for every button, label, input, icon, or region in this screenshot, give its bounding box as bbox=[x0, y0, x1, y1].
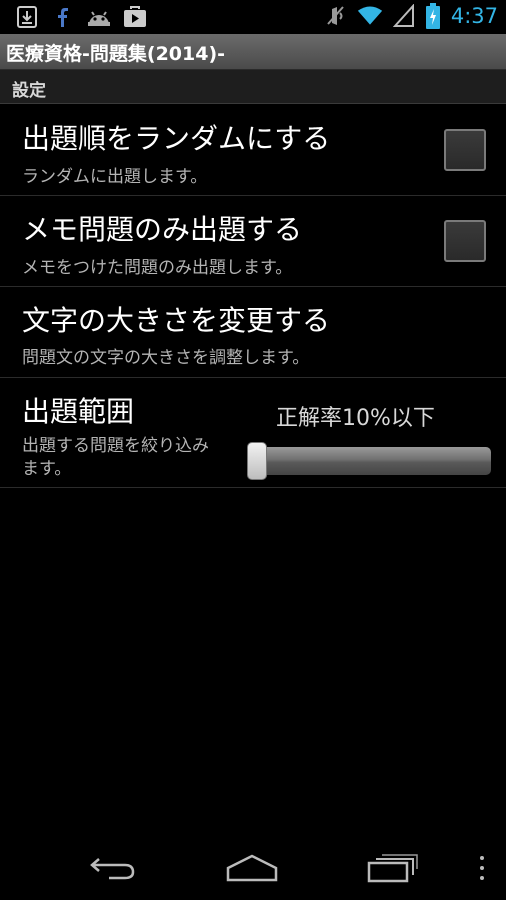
battery-charging-icon bbox=[425, 3, 441, 29]
overflow-menu-icon[interactable] bbox=[478, 856, 486, 880]
play-store-icon bbox=[122, 4, 148, 30]
pref-font-size[interactable]: 文字の大きさを変更する 問題文の文字の大きさを調整します。 bbox=[0, 287, 506, 378]
signal-icon bbox=[391, 3, 417, 29]
facebook-icon bbox=[50, 4, 76, 30]
wifi-icon bbox=[357, 3, 383, 29]
pref-summary: メモをつけた問題のみ出題します。 bbox=[22, 258, 293, 278]
navigation-bar bbox=[0, 832, 506, 900]
pref-question-range: 出題範囲 出題する問題を絞り込み ます。 正解率10%以下 bbox=[0, 378, 506, 488]
mute-icon bbox=[323, 3, 349, 29]
pref-summary: 出題する問題を絞り込み bbox=[22, 436, 209, 456]
memo-only-checkbox[interactable] bbox=[444, 220, 486, 262]
pref-random-order[interactable]: 出題順をランダムにする ランダムに出題します。 bbox=[0, 105, 506, 196]
pref-title: 文字の大きさを変更する bbox=[22, 304, 331, 337]
slider-thumb[interactable] bbox=[247, 442, 267, 480]
app-title: 医療資格-問題集(2014)- bbox=[6, 43, 226, 65]
pref-title: 出題順をランダムにする bbox=[22, 122, 331, 155]
settings-section-header: 設定 bbox=[0, 70, 506, 104]
back-icon[interactable] bbox=[82, 850, 142, 886]
status-bar: 4:37 bbox=[0, 0, 506, 34]
app-title-bar: 医療資格-問題集(2014)- bbox=[0, 34, 506, 70]
pref-summary-cont: ます。 bbox=[22, 459, 72, 479]
recents-icon[interactable] bbox=[362, 850, 422, 886]
home-icon[interactable] bbox=[222, 850, 282, 886]
pref-title: 出題範囲 bbox=[22, 395, 135, 428]
android-icon bbox=[86, 4, 112, 30]
download-icon bbox=[14, 4, 40, 30]
clock: 4:37 bbox=[450, 4, 498, 28]
random-order-checkbox[interactable] bbox=[444, 129, 486, 171]
slider-value-label: 正解率10%以下 bbox=[276, 406, 435, 431]
range-slider[interactable] bbox=[247, 442, 491, 480]
pref-title: メモ問題のみ出題する bbox=[22, 213, 303, 246]
pref-summary: 問題文の文字の大きさを調整します。 bbox=[22, 348, 310, 368]
pref-summary: ランダムに出題します。 bbox=[22, 167, 208, 187]
pref-memo-only[interactable]: メモ問題のみ出題する メモをつけた問題のみ出題します。 bbox=[0, 196, 506, 287]
section-title: 設定 bbox=[12, 81, 46, 101]
